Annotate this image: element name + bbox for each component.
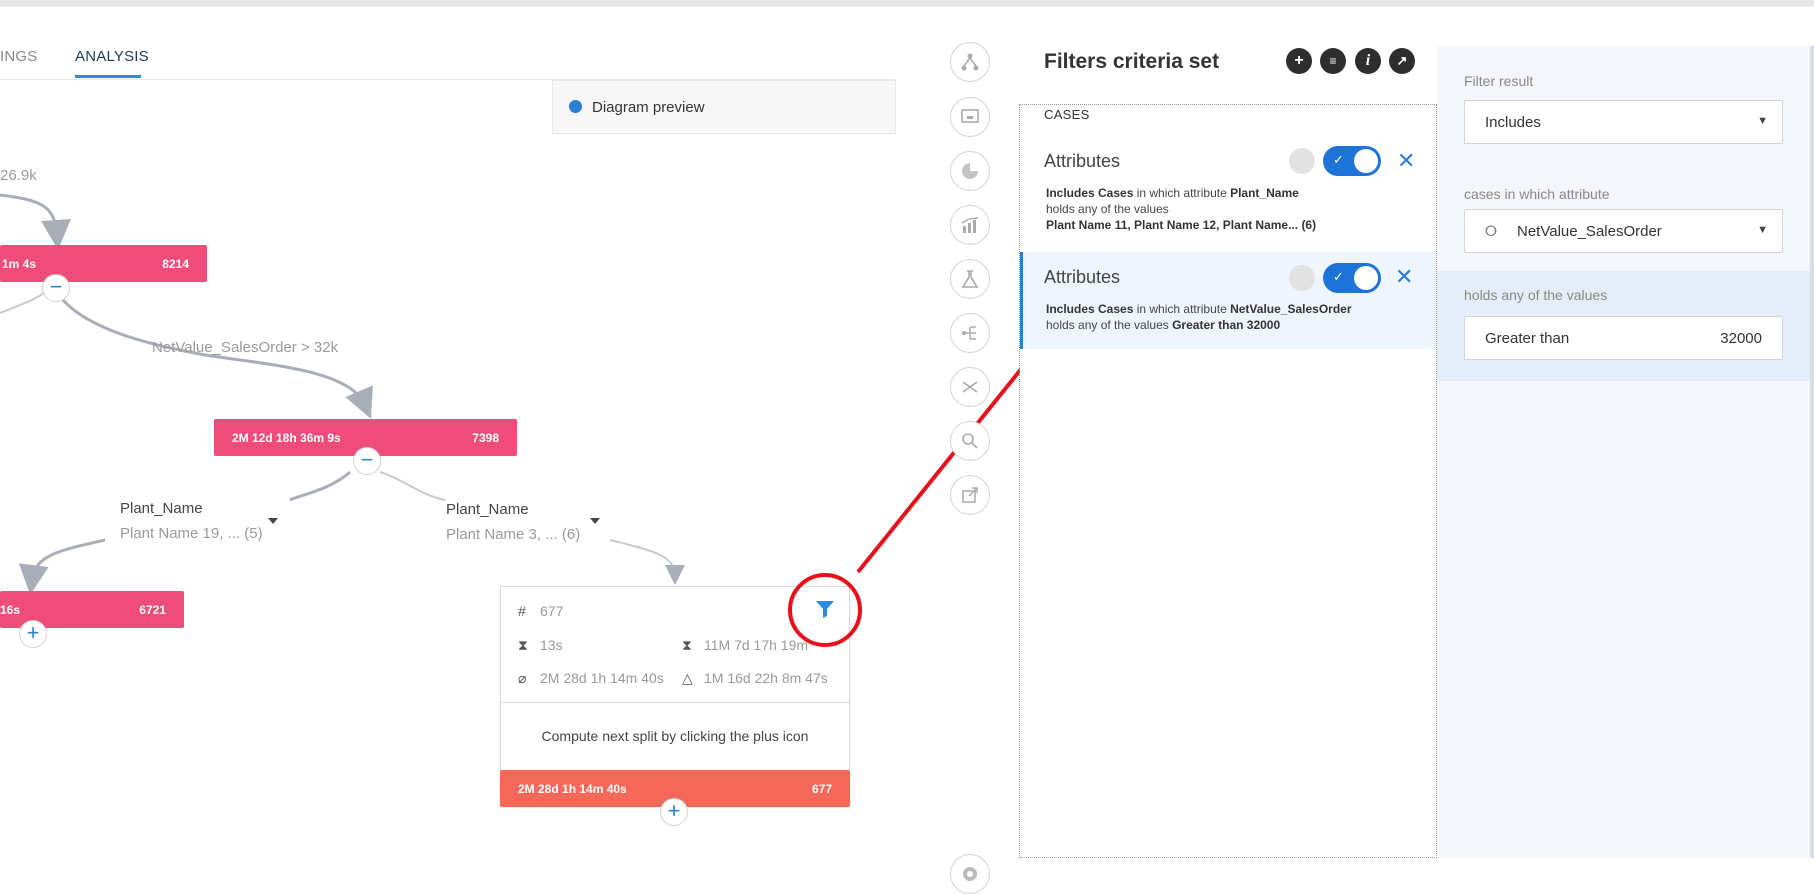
info-icon[interactable]: i <box>1355 48 1381 74</box>
pie-tool[interactable] <box>950 151 990 191</box>
filter-item-1-title: Attributes <box>1044 151 1121 171</box>
median-icon: △ <box>682 670 693 686</box>
collapse-node-2-button[interactable]: − <box>353 447 381 475</box>
settings-tool[interactable] <box>950 854 990 894</box>
values-label: holds any of the values <box>1464 287 1608 303</box>
expand-node-4-button[interactable]: + <box>660 798 688 826</box>
card-avg-duration: 2M 28d 1h 14m 40s <box>540 670 664 686</box>
filter-item-1-toggle[interactable]: ✓ <box>1323 146 1381 176</box>
flask-tool[interactable] <box>950 259 990 299</box>
attribute-select[interactable]: ⭘ NetValue_SalesOrder ▼ <box>1464 209 1783 253</box>
node-bar-2-duration: 2M 12d 18h 36m 9s <box>232 431 341 445</box>
filter-item-1-description: Includes Cases in which attribute Plant_… <box>1046 186 1317 232</box>
monitor-icon <box>961 109 979 123</box>
filter-item-1-badge <box>1289 148 1315 174</box>
filter-result-select[interactable]: Includes ▼ <box>1464 100 1783 144</box>
node-bar-3-duration: 16s <box>0 603 21 617</box>
pie-chart-icon <box>962 163 978 179</box>
card-median-duration: 1M 16d 22h 8m 47s <box>704 670 828 686</box>
hash-icon: # <box>518 603 526 619</box>
max-duration-icon: ⧗ <box>682 637 692 653</box>
hierarchy-icon <box>961 53 979 71</box>
chart-tool[interactable] <box>950 205 990 245</box>
export-icon <box>962 487 978 503</box>
right-branch-values: Plant Name 3, ... (6) <box>446 526 581 543</box>
node-bar-3-count: 6721 <box>139 603 166 617</box>
flask-icon <box>961 270 979 288</box>
flow-icon <box>962 326 976 340</box>
export-tool[interactable] <box>950 475 990 515</box>
chevron-down-icon: ▼ <box>1757 224 1768 236</box>
threshold-value[interactable]: 32000 <box>1720 330 1762 347</box>
node-bar-1[interactable]: 1m 4s 8214 <box>0 245 207 282</box>
filter-item-2-badge <box>1289 265 1315 291</box>
split-label: NetValue_SalesOrder > 32k <box>152 339 339 356</box>
flow-tool[interactable] <box>950 313 990 353</box>
shuffle-tool[interactable] <box>950 367 990 407</box>
node-bar-1-count: 8214 <box>162 257 189 271</box>
filter-item-1-remove[interactable]: ✕ <box>1397 148 1415 174</box>
right-branch-attribute[interactable]: Plant_Name <box>446 501 529 518</box>
shuffle-icon <box>962 381 978 393</box>
card-case-count: 677 <box>540 603 564 619</box>
monitor-tool[interactable] <box>950 97 990 137</box>
filter-item-2-description: Includes Cases in which attribute NetVal… <box>1046 302 1352 332</box>
search-tool[interactable] <box>950 421 990 461</box>
card-separator <box>500 702 850 703</box>
filter-settings-panel <box>1437 46 1814 858</box>
filter-item-2-remove[interactable]: ✕ <box>1395 264 1413 290</box>
attribute-value: NetValue_SalesOrder <box>1517 223 1662 240</box>
chevron-down-icon: ▼ <box>1757 115 1768 127</box>
operator-value: Greater than <box>1485 330 1570 347</box>
compute-hint: Compute next split by clicking the plus … <box>541 728 809 744</box>
filter-item-2-title: Attributes <box>1044 267 1121 287</box>
average-icon: ⌀ <box>518 670 527 686</box>
clear-filters-icon[interactable]: ≡ <box>1320 48 1346 74</box>
filters-title: Filters criteria set <box>1044 50 1220 73</box>
threshold-input[interactable]: Greater than 32000 <box>1464 316 1783 360</box>
panel-right-edge <box>1810 46 1814 858</box>
search-icon <box>962 433 978 449</box>
node-bar-4-count: 677 <box>811 782 832 796</box>
card-min-duration: 13s <box>540 637 563 653</box>
expand-node-3-button[interactable]: + <box>19 620 47 648</box>
cases-section-label: CASES <box>1044 107 1090 122</box>
filter-item-2-toggle[interactable]: ✓ <box>1323 263 1381 293</box>
annotation-arrow <box>856 358 1030 574</box>
share-icon[interactable]: ↗ <box>1389 48 1415 74</box>
min-duration-icon: ⧗ <box>518 637 528 653</box>
node-bar-1-duration: 1m 4s <box>2 257 37 271</box>
filter-result-label: Filter result <box>1464 73 1534 89</box>
filter-result-value: Includes <box>1485 114 1541 131</box>
node-bar-4-duration: 2M 28d 1h 14m 40s <box>518 782 627 796</box>
collapse-node-1-button[interactable]: − <box>42 274 70 302</box>
node-bar-2-count: 7398 <box>472 431 499 445</box>
tree-view-tool[interactable] <box>950 42 990 82</box>
left-branch-values: Plant Name 19, ... (5) <box>120 525 263 542</box>
root-case-count: 26.9k <box>0 167 37 184</box>
card-max-duration: 11M 7d 17h 19m 49s <box>704 637 808 653</box>
gear-icon <box>963 867 977 881</box>
attribute-type-icon: ⭘ <box>1485 223 1498 240</box>
add-filter-icon[interactable]: + <box>1286 48 1312 74</box>
attribute-label: cases in which attribute <box>1464 186 1610 202</box>
left-branch-attribute[interactable]: Plant_Name <box>120 500 203 517</box>
bar-chart-icon <box>961 217 979 233</box>
